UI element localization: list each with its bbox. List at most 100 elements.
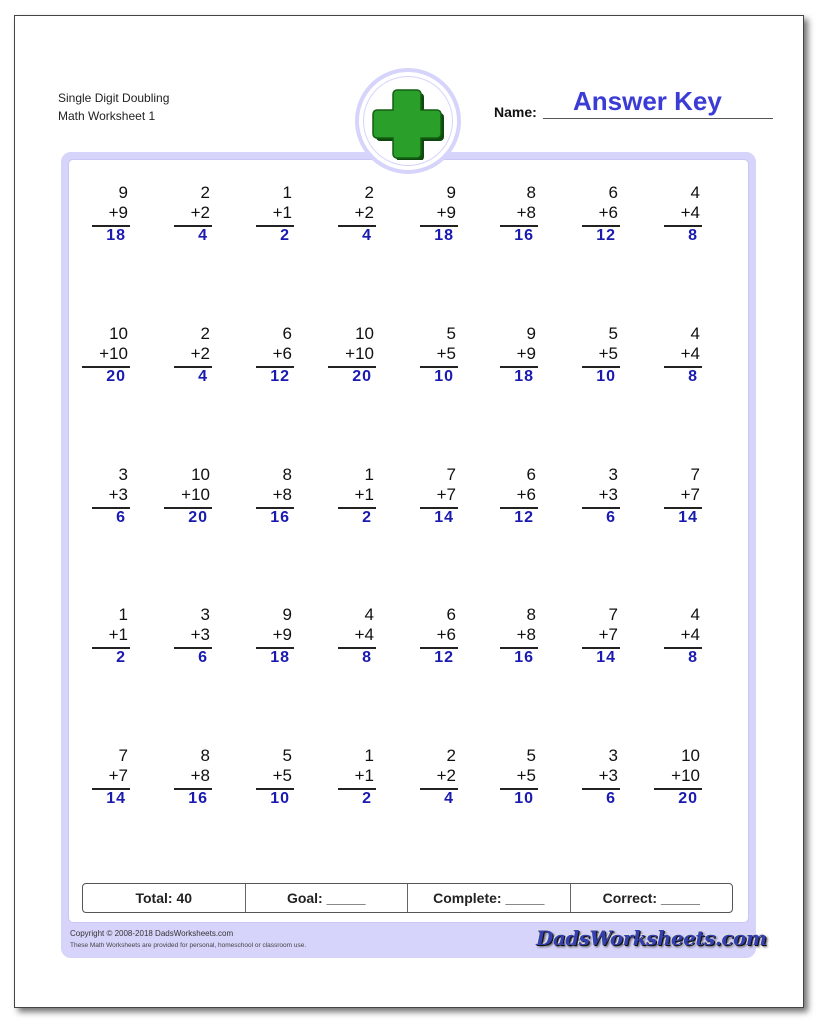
addend-top: 6 xyxy=(526,465,536,484)
addend-bottom: +7 xyxy=(108,766,128,785)
problem: 3 +3 6 xyxy=(150,605,212,675)
problem: 6 +6 12 xyxy=(396,605,458,675)
problem: 7 +7 14 xyxy=(396,465,458,535)
name-underline xyxy=(543,118,773,119)
addend-bottom: +6 xyxy=(516,485,536,504)
addend-top: 4 xyxy=(690,183,700,202)
answer: 8 xyxy=(362,649,372,666)
answer: 20 xyxy=(106,368,126,385)
problem: 10 +10 20 xyxy=(68,324,130,394)
addend-top: 4 xyxy=(364,605,374,624)
addend-top: 10 xyxy=(191,465,210,484)
addend-bottom: +6 xyxy=(272,344,292,363)
problem: 8 +8 16 xyxy=(476,183,538,253)
problem: 5 +5 10 xyxy=(232,746,294,816)
problem: 8 +8 16 xyxy=(232,465,294,535)
addend-bottom: +3 xyxy=(190,625,210,644)
problem: 8 +8 16 xyxy=(150,746,212,816)
addend-bottom: +10 xyxy=(345,344,374,363)
problem: 10 +10 20 xyxy=(150,465,212,535)
answer: 18 xyxy=(514,368,534,385)
addend-bottom: +1 xyxy=(272,203,292,222)
problem: 4 +4 8 xyxy=(314,605,376,675)
addend-top: 7 xyxy=(118,746,128,765)
complete-cell: Complete: _____ xyxy=(408,884,571,912)
answer: 8 xyxy=(688,649,698,666)
addend-bottom: +10 xyxy=(181,485,210,504)
addend-bottom: +6 xyxy=(436,625,456,644)
problem: 5 +5 10 xyxy=(558,324,620,394)
addend-bottom: +8 xyxy=(516,203,536,222)
problem: 8 +8 16 xyxy=(476,605,538,675)
problem: 7 +7 14 xyxy=(640,465,702,535)
problem: 7 +7 14 xyxy=(558,605,620,675)
addend-top: 9 xyxy=(118,183,128,202)
addend-bottom: +1 xyxy=(354,485,374,504)
addend-bottom: +1 xyxy=(108,625,128,644)
problem: 1 +1 2 xyxy=(314,746,376,816)
answer: 8 xyxy=(688,368,698,385)
addend-bottom: +2 xyxy=(354,203,374,222)
addend-bottom: +5 xyxy=(272,766,292,785)
answer: 4 xyxy=(444,790,454,807)
answer: 10 xyxy=(514,790,534,807)
goal-cell: Goal: _____ xyxy=(246,884,408,912)
addend-bottom: +4 xyxy=(680,625,700,644)
answer: 16 xyxy=(188,790,208,807)
problem: 1 +1 2 xyxy=(68,605,130,675)
problem: 6 +6 12 xyxy=(232,324,294,394)
answer: 6 xyxy=(606,509,616,526)
problem: 4 +4 8 xyxy=(640,324,702,394)
answer: 16 xyxy=(514,649,534,666)
addend-bottom: +5 xyxy=(436,344,456,363)
answer: 6 xyxy=(198,649,208,666)
name-field: Name: Answer Key xyxy=(494,84,774,124)
answer: 12 xyxy=(596,227,616,244)
answer: 10 xyxy=(434,368,454,385)
answer: 10 xyxy=(270,790,290,807)
addend-top: 10 xyxy=(355,324,374,343)
answer: 4 xyxy=(198,227,208,244)
problem: 6 +6 12 xyxy=(476,465,538,535)
addend-top: 2 xyxy=(200,183,210,202)
addend-top: 8 xyxy=(200,746,210,765)
addend-top: 9 xyxy=(282,605,292,624)
answer: 16 xyxy=(514,227,534,244)
addend-top: 3 xyxy=(200,605,210,624)
problem-row: 3 +3 6 10 +10 20 8 +8 16 1 +1 2 7 +7 14 6 +6 12 3 +3 6 7 +7 14 xyxy=(68,465,749,535)
problem: 2 +2 4 xyxy=(150,324,212,394)
addend-top: 7 xyxy=(608,605,618,624)
answer: 2 xyxy=(116,649,126,666)
addend-bottom: +9 xyxy=(272,625,292,644)
addend-top: 3 xyxy=(118,465,128,484)
answer: 2 xyxy=(362,509,372,526)
score-summary: Total: 40 Goal: _____ Complete: _____ Co… xyxy=(82,883,733,913)
addend-bottom: +7 xyxy=(436,485,456,504)
problem-row: 9 +9 18 2 +2 4 1 +1 2 2 +2 4 9 +9 18 8 +8 16 6 +6 12 4 +4 8 xyxy=(68,183,749,253)
addend-top: 3 xyxy=(608,465,618,484)
addend-top: 7 xyxy=(446,465,456,484)
problem: 1 +1 2 xyxy=(232,183,294,253)
answer: 12 xyxy=(434,649,454,666)
answer: 12 xyxy=(270,368,290,385)
addend-bottom: +5 xyxy=(516,766,536,785)
green-plus-icon xyxy=(372,89,444,160)
answer: 14 xyxy=(434,509,454,526)
name-value: Answer Key xyxy=(573,86,722,116)
answer: 6 xyxy=(116,509,126,526)
addend-top: 7 xyxy=(690,465,700,484)
problem-row: 10 +10 20 2 +2 4 6 +6 12 10 +10 20 5 +5 10 9 +9 18 5 +5 10 4 +… xyxy=(68,324,749,394)
addend-top: 5 xyxy=(282,746,292,765)
addend-top: 3 xyxy=(608,746,618,765)
answer: 4 xyxy=(198,368,208,385)
addend-top: 6 xyxy=(608,183,618,202)
answer: 2 xyxy=(280,227,290,244)
addend-top: 1 xyxy=(282,183,292,202)
problem: 9 +9 18 xyxy=(232,605,294,675)
addend-top: 6 xyxy=(446,605,456,624)
answer: 6 xyxy=(606,790,616,807)
problem: 9 +9 18 xyxy=(396,183,458,253)
problem: 2 +2 4 xyxy=(314,183,376,253)
title-line-1: Single Digit Doubling xyxy=(58,91,170,105)
problem: 10 +10 20 xyxy=(314,324,376,394)
